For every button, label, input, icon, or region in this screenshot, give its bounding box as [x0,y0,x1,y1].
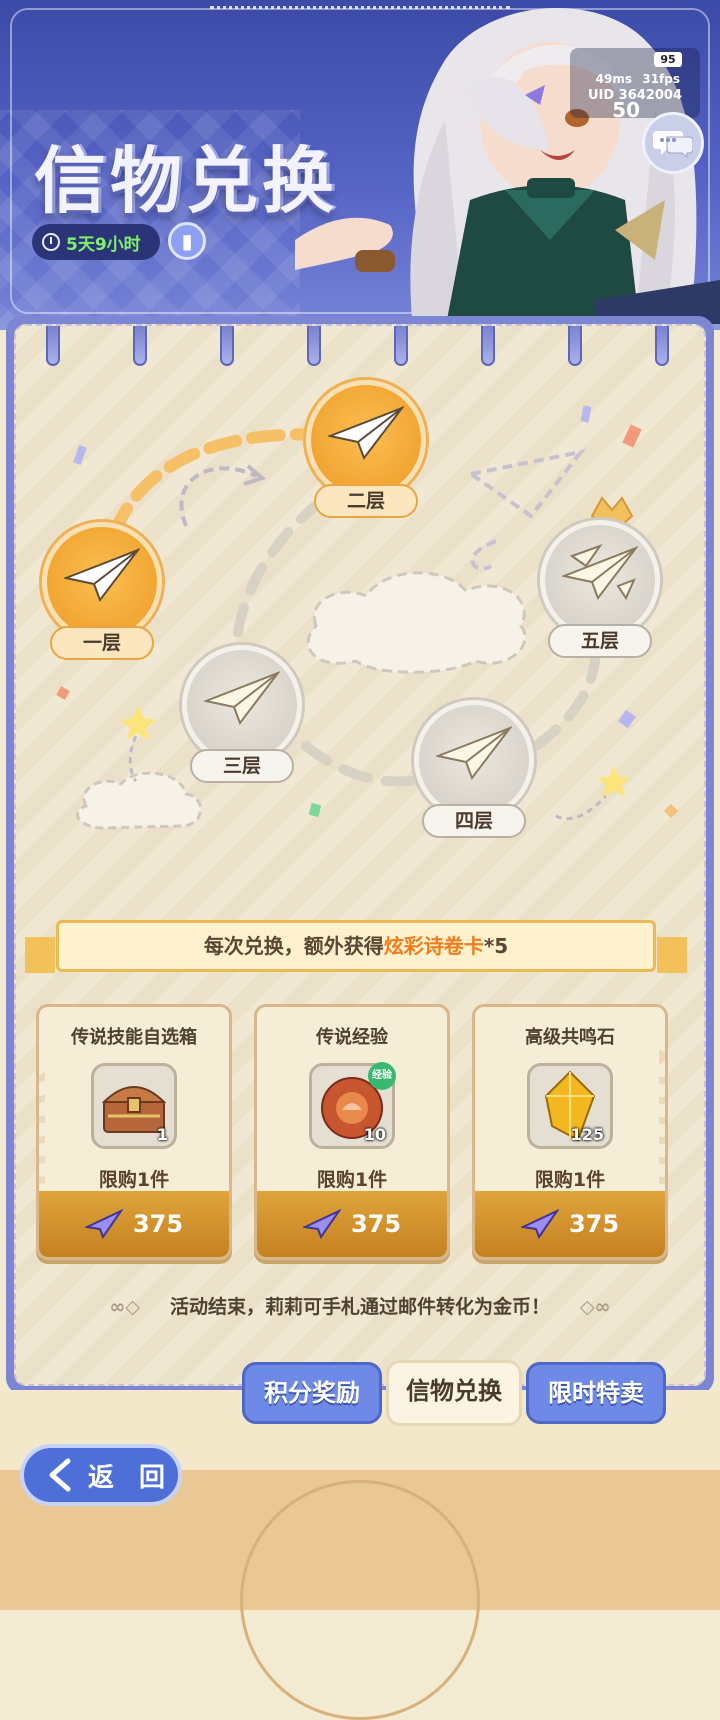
exp-badge: 经验 [368,1062,396,1090]
floor-label: 五层 [548,624,652,658]
floor-node-4[interactable]: 四层 [414,700,534,838]
back-label: 返 回 [88,1462,174,1493]
binder-ring [46,326,60,366]
chat-button[interactable] [642,112,704,174]
chat-icon [653,131,693,159]
floor-node-1[interactable]: 一层 [42,522,162,660]
shop-item-card[interactable]: 高级共鸣石 125 限购1件 375 [472,1004,668,1260]
page-title: 信物兑换 [34,138,339,223]
item-icon-frame: 1 [91,1063,177,1149]
binder-ring [481,326,495,366]
binder-ring [394,326,408,366]
shop-item-card[interactable]: 传说经验 经验 10 限购1件 375 [254,1004,450,1260]
battery-indicator: 95 [654,52,682,67]
floor-label: 三层 [190,749,294,783]
item-qty: 125 [570,1125,604,1144]
floor-node-2[interactable]: 二层 [306,380,426,518]
binder-ring [655,326,669,366]
floor-node-3[interactable]: 三层 [182,645,302,783]
item-icon-frame: 经验 10 [309,1062,396,1149]
status-overlay: 95 49ms 31fps UID 3642004 50 [570,48,700,122]
fps-text: 31fps [642,72,680,86]
price-value: 375 [568,1210,620,1238]
ornament-left-icon: ∞◇ [109,1296,140,1318]
tab-token-exchange[interactable]: 信物兑换 [386,1360,522,1426]
tab-points-reward[interactable]: 积分奖励 [242,1362,382,1424]
binder-ring [133,326,147,366]
purchase-limit: 限购1件 [534,1169,606,1191]
purchase-limit: 限购1件 [316,1169,388,1191]
info-button[interactable]: ▮ [168,222,206,260]
paper-plane-icon [328,406,404,461]
floor-node-5[interactable]: 五层 [540,520,660,658]
back-arrow-icon [49,1458,71,1492]
floor-label: 一层 [50,626,154,660]
item-name: 传说技能自选箱 [71,1027,197,1048]
floor-label: 二层 [314,484,418,518]
item-qty: 1 [156,1125,168,1144]
paper-plane-icon [436,726,512,781]
banner-highlight: 炫彩诗卷卡 [383,934,484,958]
binder-ring [307,326,321,366]
binder-ring [220,326,234,366]
item-name: 高级共鸣石 [525,1027,615,1048]
price-value: 375 [350,1210,402,1238]
price-button[interactable]: 375 [39,1191,229,1257]
binder-ring [568,326,582,366]
event-end-note: ∞◇ 活动结束，莉莉可手札通过邮件转化为金币！ ◇∞ [0,1292,720,1319]
paper-plane-currency-icon [84,1209,123,1239]
banner-ribbon-left [25,937,55,973]
price-value: 375 [132,1210,184,1238]
ornament-right-icon: ◇∞ [580,1296,611,1318]
price-button[interactable]: 375 [257,1191,447,1257]
paper-plane-icon [64,548,140,603]
item-qty: 10 [363,1125,386,1144]
paper-plane-currency-icon [302,1209,341,1239]
footnote-text: 活动结束，莉莉可手札通过邮件转化为金币！ [169,1296,550,1318]
decor-arc [240,1480,480,1720]
paper-planes-icon [562,544,638,601]
banner-suffix: *5 [483,934,509,958]
clock-icon [42,233,60,251]
bonus-banner: 每次兑换，额外获得炫彩诗卷卡*5 [25,920,687,973]
banner-ribbon-right [657,937,687,973]
tab-limited-sale[interactable]: 限时特卖 [526,1362,666,1424]
event-header: 信物兑换 5天9小时 ▮ 95 49ms 31fps UID 3642004 5… [0,0,720,330]
paper-plane-icon [204,671,280,726]
timer-text: 5天9小时 [66,234,141,255]
paper-plane-currency-icon [520,1209,559,1239]
back-button[interactable]: 返 回 [20,1444,182,1506]
book-icon: ▮ [181,229,193,253]
status-count: 50 [612,98,640,122]
price-button[interactable]: 375 [475,1191,665,1257]
floor-label: 四层 [422,804,526,838]
shop-item-card[interactable]: 传说技能自选箱 1 限购1件 375 [36,1004,232,1260]
banner-text: 每次兑换，额外获得 [203,934,384,958]
item-name: 传说经验 [316,1027,388,1048]
item-icon-frame: 125 [527,1063,613,1149]
purchase-limit: 限购1件 [98,1169,170,1191]
ping-text: 49ms [595,72,632,86]
event-timer: 5天9小时 [32,224,160,260]
